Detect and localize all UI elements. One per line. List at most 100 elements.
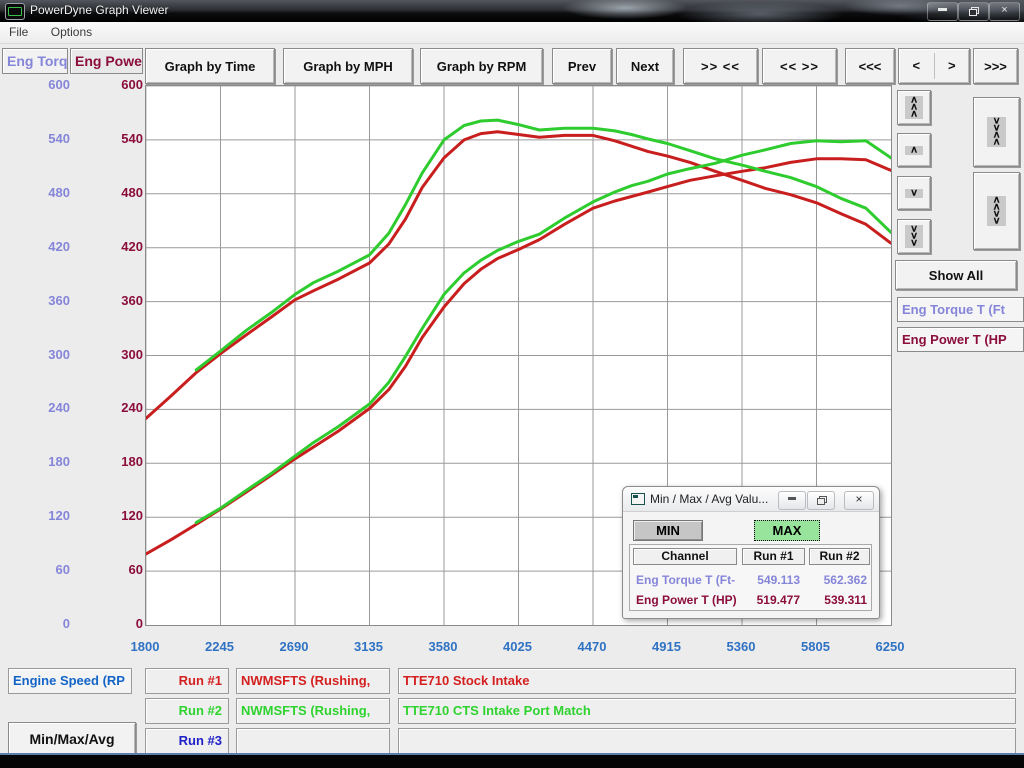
pan-right-button[interactable]: > xyxy=(935,49,970,83)
minimize-icon xyxy=(938,8,947,11)
popup-channel-label: Eng Torque T (Ft- xyxy=(636,573,735,587)
y-tick-label-powr: 240 xyxy=(93,400,143,416)
scroll-down-button[interactable]: ∨ xyxy=(897,176,931,210)
y-tick-label-powr: 300 xyxy=(93,347,143,363)
run-label-1: Run #1 xyxy=(145,668,229,694)
popup-minimize-button[interactable] xyxy=(778,491,806,510)
popup-title-bar[interactable]: Min / Max / Avg Valu... × xyxy=(623,487,879,512)
graph-by-mph-button[interactable]: Graph by MPH xyxy=(283,48,413,84)
x-tick-label: 2245 xyxy=(188,639,252,655)
chevron-up-icon: ∧ xyxy=(910,112,918,118)
restore-icon xyxy=(817,496,826,504)
x-tick-label: 3580 xyxy=(411,639,475,655)
y-tick-label-powr: 480 xyxy=(93,185,143,201)
min-max-avg-button[interactable]: Min/Max/Avg xyxy=(8,722,136,756)
minimize-button[interactable] xyxy=(927,2,958,21)
y-tick-label-torq: 420 xyxy=(28,239,70,255)
window-title: PowerDyne Graph Viewer xyxy=(30,3,169,17)
run-comment-1: TTE710 Stock Intake xyxy=(398,668,1016,694)
y-tick-label-torq: 60 xyxy=(28,562,70,578)
max-toggle-button[interactable]: MAX xyxy=(754,520,820,541)
close-icon: × xyxy=(1001,4,1007,16)
pan-right-fast-button[interactable]: >>> xyxy=(973,48,1018,84)
chevron-up-icon: ∧ xyxy=(992,140,1000,146)
y-tick-label-powr: 360 xyxy=(93,293,143,309)
axis-tab-torque[interactable]: Eng Torq xyxy=(2,48,68,74)
x-tick-label: 2690 xyxy=(262,639,326,655)
channel-box-power[interactable]: Eng Power T (HP xyxy=(897,327,1024,352)
zoom-in-x-button[interactable]: >> << xyxy=(683,48,758,84)
popup-value-run2: 539.311 xyxy=(809,593,867,607)
popup-restore-button[interactable] xyxy=(807,491,835,510)
run-label-3: Run #3 xyxy=(145,728,229,754)
run-file-3 xyxy=(236,728,390,754)
y-tick-label-powr: 600 xyxy=(93,77,143,93)
next-button[interactable]: Next xyxy=(616,48,674,84)
x-tick-label: 4025 xyxy=(486,639,550,655)
y-tick-label-torq: 300 xyxy=(28,347,70,363)
x-tick-label: 5805 xyxy=(784,639,848,655)
app-icon xyxy=(5,3,25,20)
restore-button[interactable] xyxy=(958,2,989,21)
pan-left-right-button: < > xyxy=(898,48,970,84)
y-tick-label-torq: 0 xyxy=(28,616,70,632)
y-tick-label-torq: 600 xyxy=(28,77,70,93)
run-file-2: NWMSFTS (Rushing, xyxy=(236,698,390,724)
popup-window-icon xyxy=(631,493,645,505)
menu-file[interactable]: File xyxy=(0,22,37,42)
popup-close-button[interactable]: × xyxy=(844,491,874,510)
show-all-button[interactable]: Show All xyxy=(895,260,1017,290)
scroll-up-fast-button[interactable]: ∧∧∧ xyxy=(897,90,931,125)
run-comment-3 xyxy=(398,728,1016,754)
popup-values-list: Channel Run #1 Run #2 Eng Torque T (Ft-5… xyxy=(629,544,872,611)
y-tick-label-torq: 180 xyxy=(28,454,70,470)
y-tick-label-torq: 480 xyxy=(28,185,70,201)
run-file-1: NWMSFTS (Rushing, xyxy=(236,668,390,694)
axis-tab-power[interactable]: Eng Powe xyxy=(70,48,143,74)
channel-box-torque[interactable]: Eng Torque T (Ft xyxy=(897,297,1024,322)
y-tick-label-powr: 0 xyxy=(93,616,143,632)
y-tick-label-powr: 120 xyxy=(93,508,143,524)
expand-vertical-button[interactable]: ∧∧∨∨ xyxy=(973,172,1020,250)
title-bar: PowerDyne Graph Viewer × xyxy=(0,0,1024,23)
y-tick-label-powr: 180 xyxy=(93,454,143,470)
chevron-down-icon: ∨ xyxy=(910,190,918,196)
restore-icon xyxy=(969,7,978,15)
pan-left-fast-button[interactable]: <<< xyxy=(845,48,895,84)
app-window: PowerDyne Graph Viewer × File Options En… xyxy=(0,0,1024,755)
run-comment-2: TTE710 CTS Intake Port Match xyxy=(398,698,1016,724)
zoom-out-x-button[interactable]: << >> xyxy=(762,48,837,84)
x-tick-label: 4915 xyxy=(635,639,699,655)
scroll-up-button[interactable]: ∧ xyxy=(897,133,931,167)
scroll-down-fast-button[interactable]: ∨∨∨ xyxy=(897,219,931,254)
x-channel-box[interactable]: Engine Speed (RP xyxy=(8,668,132,694)
x-tick-label: 3135 xyxy=(337,639,401,655)
prev-button[interactable]: Prev xyxy=(552,48,612,84)
graph-by-rpm-button[interactable]: Graph by RPM xyxy=(420,48,543,84)
minmax-popup-window: Min / Max / Avg Valu... × MIN MAX Channe… xyxy=(622,486,880,619)
pan-left-button[interactable]: < xyxy=(899,49,934,83)
close-button[interactable]: × xyxy=(989,2,1020,21)
popup-value-run2: 562.362 xyxy=(809,573,867,587)
minimize-icon xyxy=(788,497,796,500)
menu-bar: File Options xyxy=(0,22,1024,44)
min-toggle-button[interactable]: MIN xyxy=(633,520,703,541)
x-tick-label: 1800 xyxy=(113,639,177,655)
y-tick-label-powr: 540 xyxy=(93,131,143,147)
chevron-up-icon: ∧ xyxy=(910,147,918,153)
taskbar-strip xyxy=(0,755,1024,768)
menu-options[interactable]: Options xyxy=(42,22,101,42)
collapse-vertical-button[interactable]: ∨∨∧∧ xyxy=(973,97,1020,167)
run-label-2: Run #2 xyxy=(145,698,229,724)
y-tick-label-powr: 420 xyxy=(93,239,143,255)
popup-title: Min / Max / Avg Valu... xyxy=(650,492,768,506)
y-tick-label-torq: 540 xyxy=(28,131,70,147)
curve-run2-power xyxy=(196,141,891,523)
y-tick-label-torq: 240 xyxy=(28,400,70,416)
graph-by-time-button[interactable]: Graph by Time xyxy=(145,48,275,84)
popup-header-run1: Run #1 xyxy=(742,548,805,565)
popup-value-run1: 519.477 xyxy=(742,593,800,607)
curve-run2-torque xyxy=(196,120,891,370)
y-tick-label-torq: 360 xyxy=(28,293,70,309)
popup-header-channel: Channel xyxy=(633,548,737,565)
